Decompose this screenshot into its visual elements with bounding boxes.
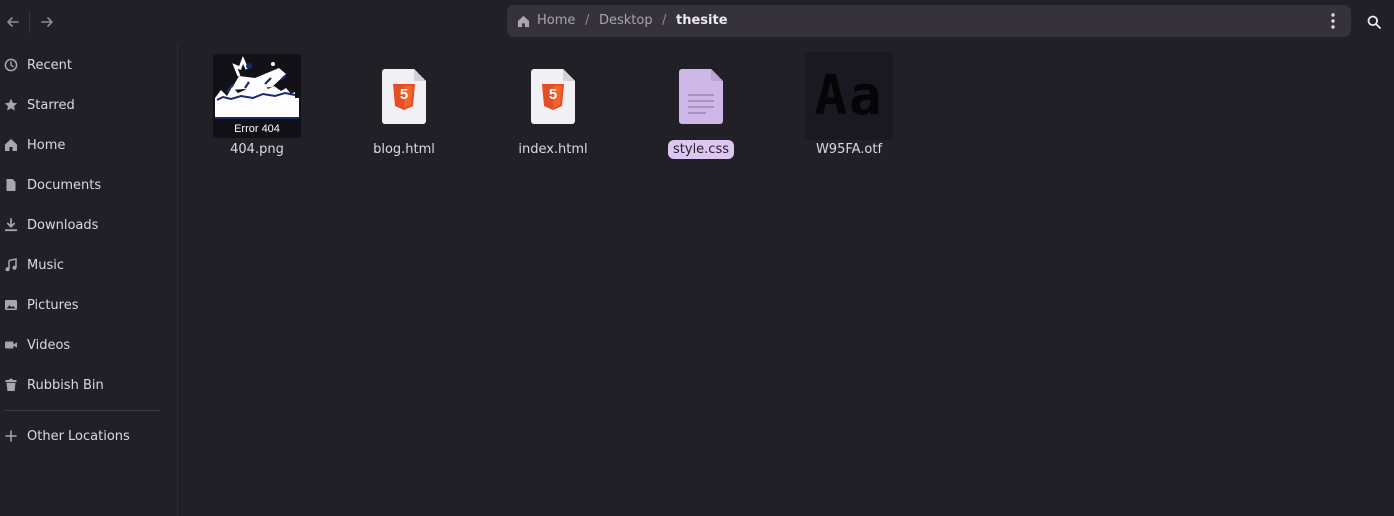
sidebar-item-recent[interactable]: Recent [0, 47, 170, 83]
image-thumbnail-icon: Error 404 [182, 52, 332, 140]
breadcrumb-separator: / [662, 13, 667, 28]
thumbnail-caption: Error 404 [234, 123, 280, 135]
sidebar-item-label: Starred [27, 97, 75, 113]
file-manager-window: Home / Desktop / thesite Recent Starred … [0, 0, 1394, 516]
sidebar-item-label: Downloads [27, 217, 99, 233]
sidebar-item-videos[interactable]: Videos [0, 327, 170, 363]
breadcrumb-separator: / [585, 13, 590, 28]
kebab-menu-icon [1331, 13, 1335, 29]
breadcrumb-home[interactable]: Home [517, 5, 575, 37]
css-file-icon [679, 68, 723, 124]
thumb-container: Aa [774, 52, 924, 140]
arrow-left-icon [7, 17, 19, 27]
star-icon [4, 98, 18, 112]
font-preview: Aa [814, 64, 884, 127]
file-name-label: style.css [668, 140, 734, 159]
sidebar-item-label: Pictures [27, 297, 79, 313]
sidebar-item-label: Videos [27, 337, 71, 353]
path-bar[interactable]: Home / Desktop / thesite [507, 5, 1351, 37]
search-icon [1367, 15, 1381, 29]
breadcrumb-current[interactable]: thesite [676, 5, 728, 37]
thumb-container: 5 [478, 52, 628, 140]
thumb-container: 5 [329, 52, 479, 140]
sidebar-item-other-locations[interactable]: Other Locations [0, 418, 170, 454]
file-item-blog-html[interactable]: 5 blog.html [329, 52, 479, 162]
breadcrumb-desktop[interactable]: Desktop [599, 5, 653, 37]
forward-button[interactable] [34, 8, 60, 36]
html5-file-icon: 5 [382, 68, 426, 124]
thumb-container [626, 52, 776, 140]
file-name: blog.html [329, 142, 479, 157]
video-icon [4, 338, 18, 352]
music-icon [4, 258, 18, 272]
sidebar-item-downloads[interactable]: Downloads [0, 207, 170, 243]
file-item-404-png[interactable]: Error 404 404.png [182, 52, 332, 162]
sidebar-item-label: Rubbish Bin [27, 377, 104, 393]
html5-badge: 5 [399, 85, 409, 103]
file-item-index-html[interactable]: 5 index.html [478, 52, 628, 162]
sidebar-item-label: Music [27, 257, 64, 273]
sidebar-item-starred[interactable]: Starred [0, 87, 170, 123]
picture-icon [4, 298, 18, 312]
file-name: 404.png [182, 142, 332, 157]
back-button[interactable] [0, 8, 26, 36]
sidebar-item-label: Recent [27, 57, 72, 73]
sidebar-item-documents[interactable]: Documents [0, 167, 170, 203]
html5-file-icon: 5 [531, 68, 575, 124]
font-file-icon: Aa [805, 52, 893, 140]
file-item-style-css[interactable]: style.css [626, 52, 776, 162]
home-icon [517, 15, 530, 27]
header-bar: Home / Desktop / thesite [0, 0, 1394, 44]
nav-separator [29, 11, 30, 33]
file-name-label: index.html [518, 142, 588, 157]
sidebar-item-label: Other Locations [27, 428, 130, 444]
document-icon [4, 178, 18, 192]
file-grid: Error 404 404.png 5 blog.html 5 index.ht… [178, 44, 1394, 516]
file-name-label: blog.html [373, 142, 435, 157]
sidebar-item-pictures[interactable]: Pictures [0, 287, 170, 323]
sidebar: Recent Starred Home Documents Downloads [0, 44, 177, 516]
download-icon [4, 218, 18, 232]
trash-icon [4, 378, 18, 392]
file-name: index.html [478, 142, 628, 157]
file-name: W95FA.otf [774, 142, 924, 157]
file-name-label: 404.png [230, 142, 284, 157]
file-item-w95fa-otf[interactable]: Aa W95FA.otf [774, 52, 924, 162]
clock-icon [4, 58, 18, 72]
search-button[interactable] [1360, 8, 1388, 36]
html5-badge: 5 [548, 85, 558, 103]
file-name-label: W95FA.otf [815, 142, 883, 157]
sidebar-item-rubbish-bin[interactable]: Rubbish Bin [0, 367, 170, 403]
file-name: style.css [626, 140, 776, 159]
arrow-right-icon [41, 17, 53, 27]
sidebar-item-label: Home [27, 137, 66, 153]
path-menu-button[interactable] [1321, 9, 1345, 33]
sidebar-item-home[interactable]: Home [0, 127, 170, 163]
breadcrumb-home-label: Home [537, 13, 576, 28]
home-icon [4, 138, 18, 152]
plus-icon [4, 429, 18, 443]
sidebar-item-label: Documents [27, 177, 102, 193]
sidebar-divider [4, 410, 160, 411]
sidebar-item-music[interactable]: Music [0, 247, 170, 283]
